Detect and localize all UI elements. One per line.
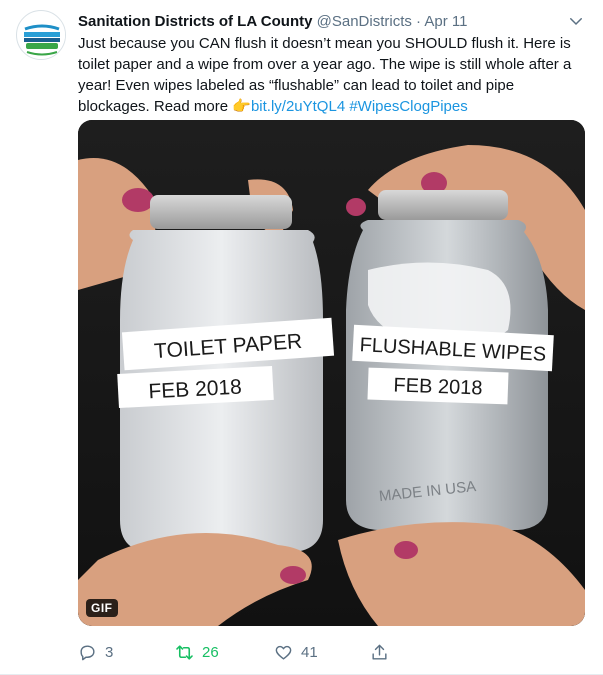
left-label-2: FEB 2018 — [148, 376, 242, 404]
retweet-button[interactable]: 26 — [175, 640, 219, 664]
separator: · — [416, 13, 422, 30]
tweet-actions: 3 26 41 — [78, 640, 588, 664]
reply-icon — [80, 644, 95, 660]
reply-button[interactable]: 3 — [78, 640, 113, 664]
share-icon — [372, 644, 387, 660]
share-button[interactable] — [370, 640, 397, 664]
like-icon — [275, 645, 292, 660]
retweet-icon — [176, 644, 193, 660]
pointing-emoji: 👉 — [232, 98, 251, 115]
author-handle[interactable]: @SanDistricts — [317, 13, 412, 30]
media-gif[interactable]: TOILET PAPER FEB 2018 FLUSHABLE WIPES FE… — [78, 120, 585, 626]
jars-image: TOILET PAPER FEB 2018 FLUSHABLE WIPES FE… — [78, 120, 585, 626]
chevron-down-icon[interactable] — [567, 12, 585, 30]
avatar-logo — [18, 12, 65, 59]
gif-badge: GIF — [86, 599, 118, 617]
tweet[interactable]: Sanitation Districts of LA County @SanDi… — [0, 0, 603, 675]
reply-count: 3 — [105, 643, 114, 661]
like-button[interactable]: 41 — [274, 640, 318, 664]
author-name[interactable]: Sanitation Districts of LA County — [78, 13, 312, 30]
right-label-2: FEB 2018 — [393, 374, 483, 399]
retweet-count: 26 — [202, 643, 219, 661]
tweet-link[interactable]: bit.ly/2uYtQL4 — [251, 98, 345, 115]
avatar[interactable] — [16, 10, 66, 60]
tweet-header: Sanitation Districts of LA County @SanDi… — [78, 12, 467, 32]
tweet-date[interactable]: Apr 11 — [424, 13, 467, 30]
like-count: 41 — [301, 643, 318, 661]
hashtag-link[interactable]: #WipesClogPipes — [349, 98, 467, 115]
tweet-text: Just because you CAN flush it doesn’t me… — [78, 33, 588, 117]
